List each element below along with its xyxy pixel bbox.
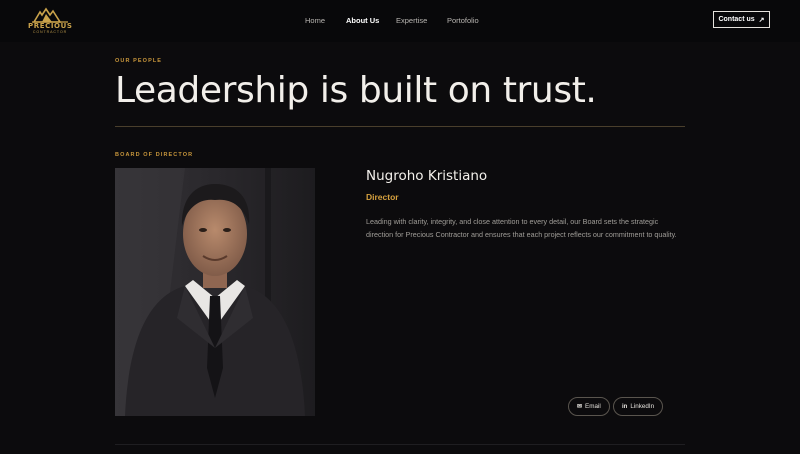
nav-links: Home About Us Expertise Portofolio [0,16,800,28]
page-headline: Leadership is built on trust. [115,70,597,111]
bottom-divider [115,444,685,445]
nav-link-about-us[interactable]: About Us [346,16,379,25]
nav-link-portofolio[interactable]: Portofolio [447,16,479,25]
nav-link-expertise[interactable]: Expertise [396,16,427,25]
linkedin-icon: in [622,403,628,410]
brand-tagline: CONTRACTOR [32,30,68,34]
section-divider [115,126,685,127]
member-bio: Leading with clarity, integrity, and clo… [366,217,677,239]
contact-us-label: Contact us [718,16,755,23]
portrait-image [115,168,315,416]
linkedin-button[interactable]: in LinkedIn [613,397,664,416]
top-navigation: PRECIOUS CONTRACTOR Home About Us Expert… [0,0,800,42]
linkedin-button-label: LinkedIn [630,403,655,410]
email-button-label: Email [585,403,601,410]
member-role: Director [366,192,399,202]
nav-link-home[interactable]: Home [305,16,325,25]
email-button[interactable]: ✉ Email [568,397,610,416]
contact-us-button[interactable]: Contact us ↗ [713,11,770,28]
member-name: Nugroho Kristiano [366,168,488,184]
section-eyebrow-our-people: OUR PEOPLE [115,58,163,64]
section-eyebrow-board: BOARD OF DIRECTOR [115,152,194,158]
mail-icon: ✉ [577,404,583,410]
director-portrait [115,168,315,416]
arrow-up-right-icon: ↗ [758,16,765,24]
